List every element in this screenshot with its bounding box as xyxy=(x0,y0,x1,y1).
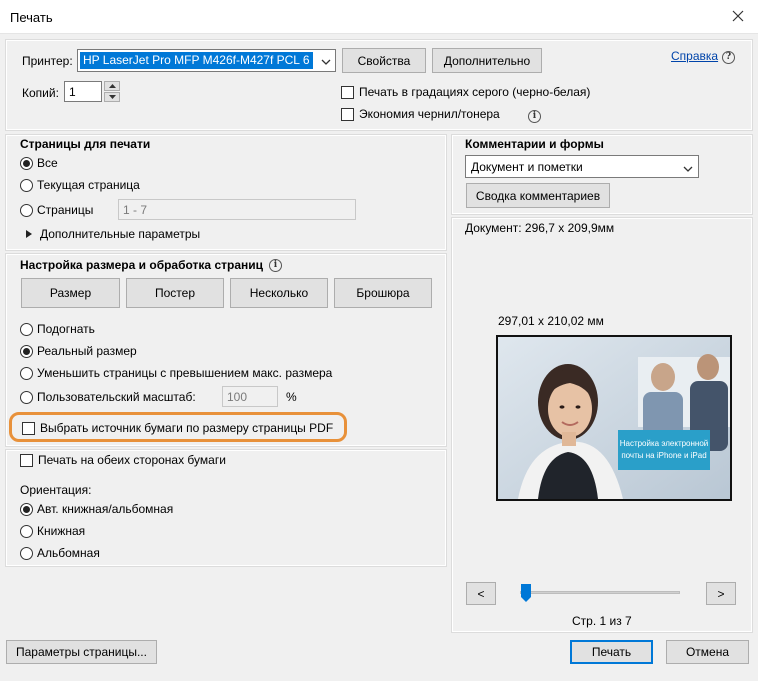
tab-booklet[interactable]: Брошюра xyxy=(334,278,432,308)
pages-range-radio[interactable]: Страницы xyxy=(20,203,93,217)
custom-scale-label: Пользовательский масштаб: xyxy=(37,390,196,404)
triangle-right-icon xyxy=(26,227,32,241)
save-ink-box[interactable] xyxy=(341,107,354,121)
radio-icon[interactable] xyxy=(20,524,33,538)
printer-selected-value: HP LaserJet Pro MFP M426f-M427f PCL 6 xyxy=(80,52,313,69)
actual-size-radio[interactable]: Реальный размер xyxy=(20,344,137,358)
sizing-header: Настройка размера и обработка страниц i xyxy=(20,258,282,272)
chevron-down-icon xyxy=(321,55,331,69)
percent-label: % xyxy=(286,390,297,404)
info-icon[interactable]: i xyxy=(528,107,541,123)
actual-size-label: Реальный размер xyxy=(37,344,137,358)
radio-icon[interactable] xyxy=(20,366,33,380)
print-button[interactable]: Печать xyxy=(570,640,653,664)
duplex-label: Печать на обеих сторонах бумаги xyxy=(38,453,226,467)
tab-poster[interactable]: Постер xyxy=(126,278,224,308)
landscape-radio[interactable]: Альбомная xyxy=(20,546,100,560)
tab-size[interactable]: Размер xyxy=(21,278,120,308)
copies-input[interactable]: 1 xyxy=(64,81,102,102)
pages-range-label: Страницы xyxy=(37,203,94,217)
duplex-box[interactable] xyxy=(20,453,33,467)
grayscale-label: Печать в градациях серого (черно-белая) xyxy=(359,85,591,99)
page-setup-button[interactable]: Параметры страницы... xyxy=(6,640,157,664)
printer-select[interactable]: HP LaserJet Pro MFP M426f-M427f PCL 6 xyxy=(77,49,336,72)
close-icon[interactable] xyxy=(726,4,750,28)
radio-selected-icon[interactable] xyxy=(20,502,33,516)
overlay-line-1: Настройка электронной xyxy=(619,439,709,448)
stepper-down-icon[interactable] xyxy=(104,92,120,102)
info-icon[interactable]: i xyxy=(269,258,282,272)
duplex-checkbox[interactable]: Печать на обеих сторонах бумаги xyxy=(20,453,226,467)
prev-page-button[interactable]: < xyxy=(466,582,496,605)
radio-icon[interactable] xyxy=(20,178,33,192)
comments-selected-value: Документ и пометки xyxy=(471,160,583,174)
more-options-toggle[interactable]: Дополнительные параметры xyxy=(26,227,200,241)
chevron-down-icon xyxy=(683,162,693,176)
advanced-button[interactable]: Дополнительно xyxy=(432,48,542,73)
orientation-label: Ориентация: xyxy=(20,483,92,497)
page-slider-track[interactable] xyxy=(520,591,680,594)
save-ink-checkbox[interactable]: Экономия чернил/тонера xyxy=(341,107,500,121)
portrait-label: Книжная xyxy=(37,524,86,538)
comments-select[interactable]: Документ и пометки xyxy=(465,155,699,178)
custom-scale-radio[interactable]: Пользовательский масштаб: xyxy=(20,390,196,404)
shrink-label: Уменьшить страницы с превышением макс. р… xyxy=(37,366,333,380)
page-preview: Настройка электронной почты на iPhone и … xyxy=(496,335,732,501)
pages-all-label: Все xyxy=(37,156,58,170)
grayscale-checkbox[interactable]: Печать в градациях серого (черно-белая) xyxy=(341,85,590,99)
shrink-radio[interactable]: Уменьшить страницы с превышением макс. р… xyxy=(20,366,332,380)
page-slider-thumb[interactable] xyxy=(521,584,531,602)
radio-selected-icon[interactable] xyxy=(20,344,33,358)
grayscale-box[interactable] xyxy=(341,85,354,99)
help-link[interactable]: Справка xyxy=(671,49,718,63)
auto-orientation-radio[interactable]: Авт. книжная/альбомная xyxy=(20,502,173,516)
paper-source-label: Выбрать источник бумаги по размеру стран… xyxy=(40,421,334,435)
copies-stepper[interactable] xyxy=(104,81,120,102)
radio-icon[interactable] xyxy=(20,322,33,336)
portrait-radio[interactable]: Книжная xyxy=(20,524,85,538)
tab-multiple[interactable]: Несколько xyxy=(230,278,328,308)
pages-current-radio[interactable]: Текущая страница xyxy=(20,178,140,192)
fit-radio[interactable]: Подогнать xyxy=(20,322,95,336)
comments-title: Комментарии и формы xyxy=(465,137,604,151)
landscape-label: Альбомная xyxy=(37,546,100,560)
save-ink-label: Экономия чернил/тонера xyxy=(359,107,500,121)
document-size: Документ: 296,7 x 209,9мм xyxy=(465,221,615,235)
cancel-button[interactable]: Отмена xyxy=(666,640,749,664)
pages-current-label: Текущая страница xyxy=(37,178,140,192)
pages-title: Страницы для печати xyxy=(20,137,151,151)
preview-photo xyxy=(498,337,730,499)
title-bar: Печать xyxy=(0,0,758,34)
stepper-up-icon[interactable] xyxy=(104,81,120,91)
radio-icon[interactable] xyxy=(20,203,33,217)
copies-label: Копий: xyxy=(22,86,59,100)
more-options-label: Дополнительные параметры xyxy=(40,227,201,241)
help-icon[interactable]: ? xyxy=(722,48,735,64)
radio-selected-icon[interactable] xyxy=(20,156,33,170)
page-indicator: Стр. 1 из 7 xyxy=(572,614,632,628)
radio-icon[interactable] xyxy=(20,390,33,404)
overlay-line-2: почты на iPhone и iPad xyxy=(621,451,707,460)
summarize-comments-button[interactable]: Сводка комментариев xyxy=(466,183,610,208)
dialog-body: Принтер: HP LaserJet Pro MFP M426f-M427f… xyxy=(0,34,758,681)
page-size: 297,01 x 210,02 мм xyxy=(498,314,604,328)
printer-label: Принтер: xyxy=(22,54,73,68)
preview-overlay-text: Настройка электронной почты на iPhone и … xyxy=(618,430,710,470)
pages-all-radio[interactable]: Все xyxy=(20,156,58,170)
fit-label: Подогнать xyxy=(37,322,95,336)
custom-scale-input[interactable]: 100 xyxy=(222,386,278,407)
paper-source-box[interactable] xyxy=(22,421,35,435)
pages-range-input[interactable]: 1 - 7 xyxy=(118,199,356,220)
properties-button[interactable]: Свойства xyxy=(342,48,426,73)
next-page-button[interactable]: > xyxy=(706,582,736,605)
radio-icon[interactable] xyxy=(20,546,33,560)
paper-source-checkbox[interactable]: Выбрать источник бумаги по размеру стран… xyxy=(22,421,333,435)
auto-orientation-label: Авт. книжная/альбомная xyxy=(37,502,174,516)
sizing-title: Настройка размера и обработка страниц xyxy=(20,258,263,272)
window-title: Печать xyxy=(10,10,53,25)
